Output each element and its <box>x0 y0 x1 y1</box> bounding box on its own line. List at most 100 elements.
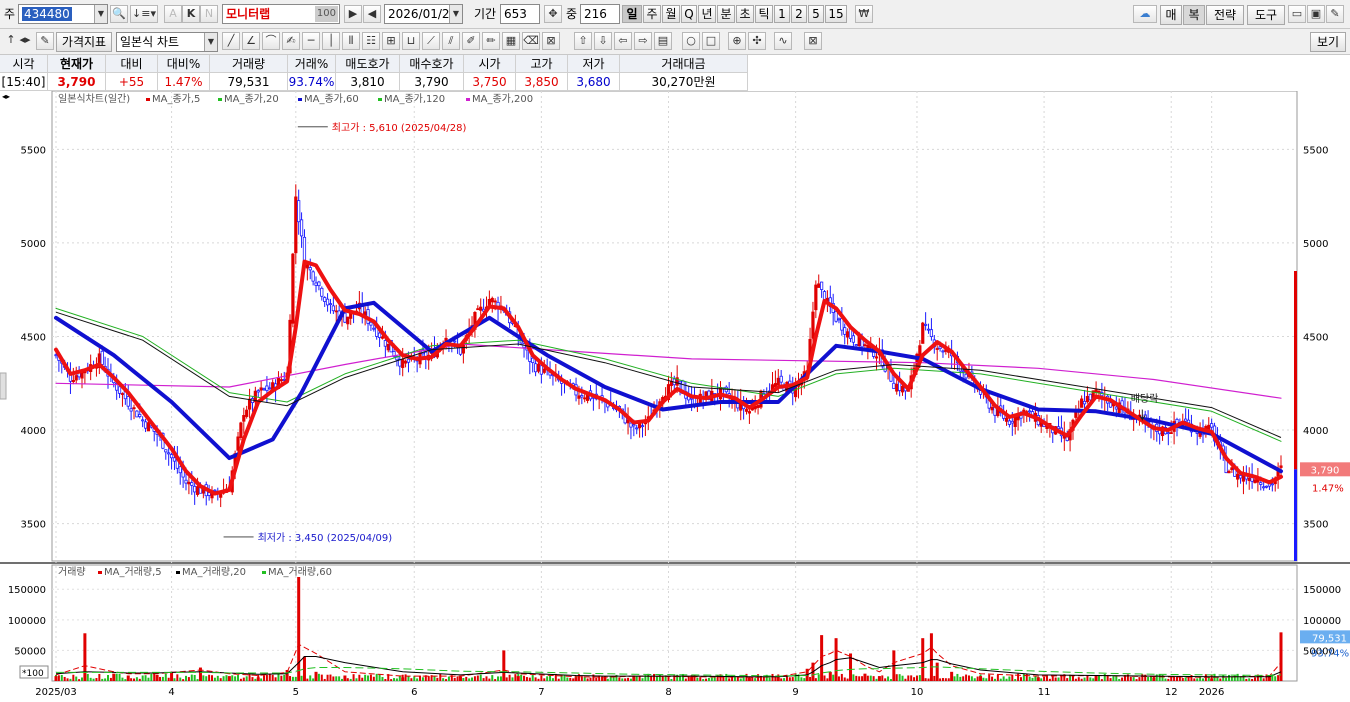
right-arrow-icon[interactable]: ⇨ <box>634 32 652 50</box>
k-button[interactable]: K <box>182 5 200 23</box>
menu-button-2[interactable]: 복 <box>1183 5 1205 25</box>
crosshair-icon[interactable]: ✥ <box>544 5 562 23</box>
interval-button-1[interactable]: 주 <box>643 5 661 23</box>
hline-icon[interactable]: ─ <box>302 32 320 50</box>
color-icon[interactable]: ▦ <box>502 32 520 50</box>
zoom-icon[interactable]: ⊕ <box>728 32 746 50</box>
period-field[interactable]: 653 <box>500 4 540 24</box>
memo-icon[interactable]: ▤ <box>654 32 672 50</box>
fib-box-icon[interactable]: ⊞ <box>382 32 400 50</box>
wrench-icon[interactable]: ✎ <box>1326 5 1344 23</box>
down-arrow-icon[interactable]: ⇩ <box>594 32 612 50</box>
stock-code-field[interactable]: 434480 ▼ <box>18 4 108 24</box>
candle-body <box>493 300 497 303</box>
stock-name-field[interactable]: 모니터랩 100 <box>222 4 340 24</box>
candle-body <box>941 350 945 353</box>
wave-icon[interactable]: ∿ <box>774 32 792 50</box>
delete-icon[interactable]: ⊠ <box>804 32 822 50</box>
template-icon[interactable]: ⊠ <box>542 32 560 50</box>
volume-bar-small <box>895 674 898 681</box>
stock-chart[interactable]: 2025/03 4 5 6 7 8 9 10 11 12 2026 3500 3500 4000 4000 4… <box>0 90 1350 699</box>
volume-bar-small <box>115 673 118 681</box>
volume-bar-small <box>904 678 907 681</box>
interval-button-6[interactable]: 초 <box>736 5 754 23</box>
date-dropdown-icon[interactable]: ▼ <box>449 5 462 23</box>
select-icon[interactable]: ✣ <box>748 32 766 50</box>
candle-body <box>265 385 269 392</box>
a-button[interactable]: A <box>164 5 182 23</box>
search-icon[interactable]: 🔍 <box>110 5 128 23</box>
strategy-button[interactable]: 전략 <box>1206 5 1244 25</box>
volume-bar-small <box>375 673 378 681</box>
folder-icon[interactable]: ▭ <box>1288 5 1306 23</box>
price-y-label-left-2: 4500 <box>21 332 46 343</box>
interval-button-5[interactable]: 분 <box>717 5 735 23</box>
volume-bar-small <box>390 679 393 681</box>
brush-icon[interactable]: ✏ <box>482 32 500 50</box>
candle-body <box>334 310 338 313</box>
interval-button-7[interactable]: 틱 <box>755 5 773 23</box>
currency-icon[interactable]: ₩ <box>855 5 873 23</box>
interval-button-0[interactable]: 일 <box>622 5 642 23</box>
volume-bar-small <box>823 675 826 681</box>
interval-button-8[interactable]: 1 <box>774 5 790 23</box>
chart-type-dropdown-icon[interactable]: ▼ <box>204 33 217 51</box>
interval-button-10[interactable]: 5 <box>808 5 824 23</box>
trend-icon[interactable]: ⟋ <box>422 32 440 50</box>
pen-icon[interactable]: ✍ <box>282 32 300 50</box>
cloud-icon[interactable]: ☁ <box>1133 5 1157 23</box>
code-dropdown-icon[interactable]: ▼ <box>94 5 107 23</box>
vline-icon[interactable]: │ <box>322 32 340 50</box>
volume-bar-small <box>667 676 670 681</box>
save-icon[interactable]: ▣ <box>1307 5 1325 23</box>
interval-button-11[interactable]: 15 <box>825 5 847 23</box>
chart-type-select[interactable]: 일본식 차트 ▼ <box>116 32 218 52</box>
parallel-icon[interactable]: ⫽ <box>442 32 460 50</box>
prev-stock-icon[interactable]: ◀ <box>363 5 381 23</box>
volume-bar-small <box>63 676 66 681</box>
tools-button[interactable]: 도구 <box>1247 5 1285 25</box>
interval-button-2[interactable]: 월 <box>662 5 680 23</box>
up-arrow-icon[interactable]: ⇧ <box>574 32 592 50</box>
left-arrow-icon[interactable]: ⇦ <box>614 32 632 50</box>
price-y-label-left-0: 3500 <box>21 520 46 531</box>
candle-body <box>299 219 304 237</box>
view-button[interactable]: 보기 <box>1310 32 1346 52</box>
interval-button-3[interactable]: Q <box>681 5 697 23</box>
angle-icon[interactable]: ∠ <box>242 32 260 50</box>
date-field[interactable]: 2026/01/23 ▼ <box>384 4 463 24</box>
arc-icon[interactable]: ⌒ <box>262 32 280 50</box>
volume-y-label-right-1: 100000 <box>1303 616 1341 627</box>
interval-button-9[interactable]: 2 <box>791 5 807 23</box>
candle-body <box>756 405 760 408</box>
fib-time-icon[interactable]: ⫴ <box>342 32 360 50</box>
rectangle-icon[interactable]: □ <box>702 32 720 50</box>
grid-icon[interactable]: ☷ <box>362 32 380 50</box>
n-button[interactable]: N <box>200 5 218 23</box>
pencil-icon[interactable]: ✐ <box>462 32 480 50</box>
volume-y-label-left-0: 50000 <box>14 646 46 657</box>
next-stock-icon[interactable]: ▶ <box>344 5 362 23</box>
volume-bar-small <box>86 673 89 681</box>
sort-icon[interactable]: ↓≡▾ <box>130 5 158 23</box>
menu-button-1[interactable]: 매 <box>1160 5 1182 25</box>
interval-button-4[interactable]: 년 <box>698 5 716 23</box>
volume-bar-small <box>505 677 508 681</box>
volume-bar-small <box>329 674 332 681</box>
eraser-icon[interactable]: ⌫ <box>522 32 540 50</box>
volume-bar-small <box>800 677 803 681</box>
overlap-field[interactable]: 216 <box>580 4 620 24</box>
chart-area[interactable]: 2025/03 4 5 6 7 8 9 10 11 12 2026 3500 3500 4000 4000 4… <box>0 90 1350 699</box>
line-icon[interactable]: ╱ <box>222 32 240 50</box>
volume-bar-small <box>89 677 92 681</box>
left-right-icon[interactable]: ◂▸ <box>16 32 34 50</box>
price-indicator-button[interactable]: 가격지표 <box>56 32 112 52</box>
edit-icon[interactable]: ✎ <box>36 32 54 50</box>
circle-icon[interactable]: ○ <box>682 32 700 50</box>
volume-bar-small <box>280 675 283 681</box>
candle-body <box>837 318 841 321</box>
volume-bar-small <box>404 674 407 681</box>
price-legend-item-2: MA_종가,60 <box>304 93 359 105</box>
channel-icon[interactable]: ⊔ <box>402 32 420 50</box>
candle-body <box>380 336 385 339</box>
